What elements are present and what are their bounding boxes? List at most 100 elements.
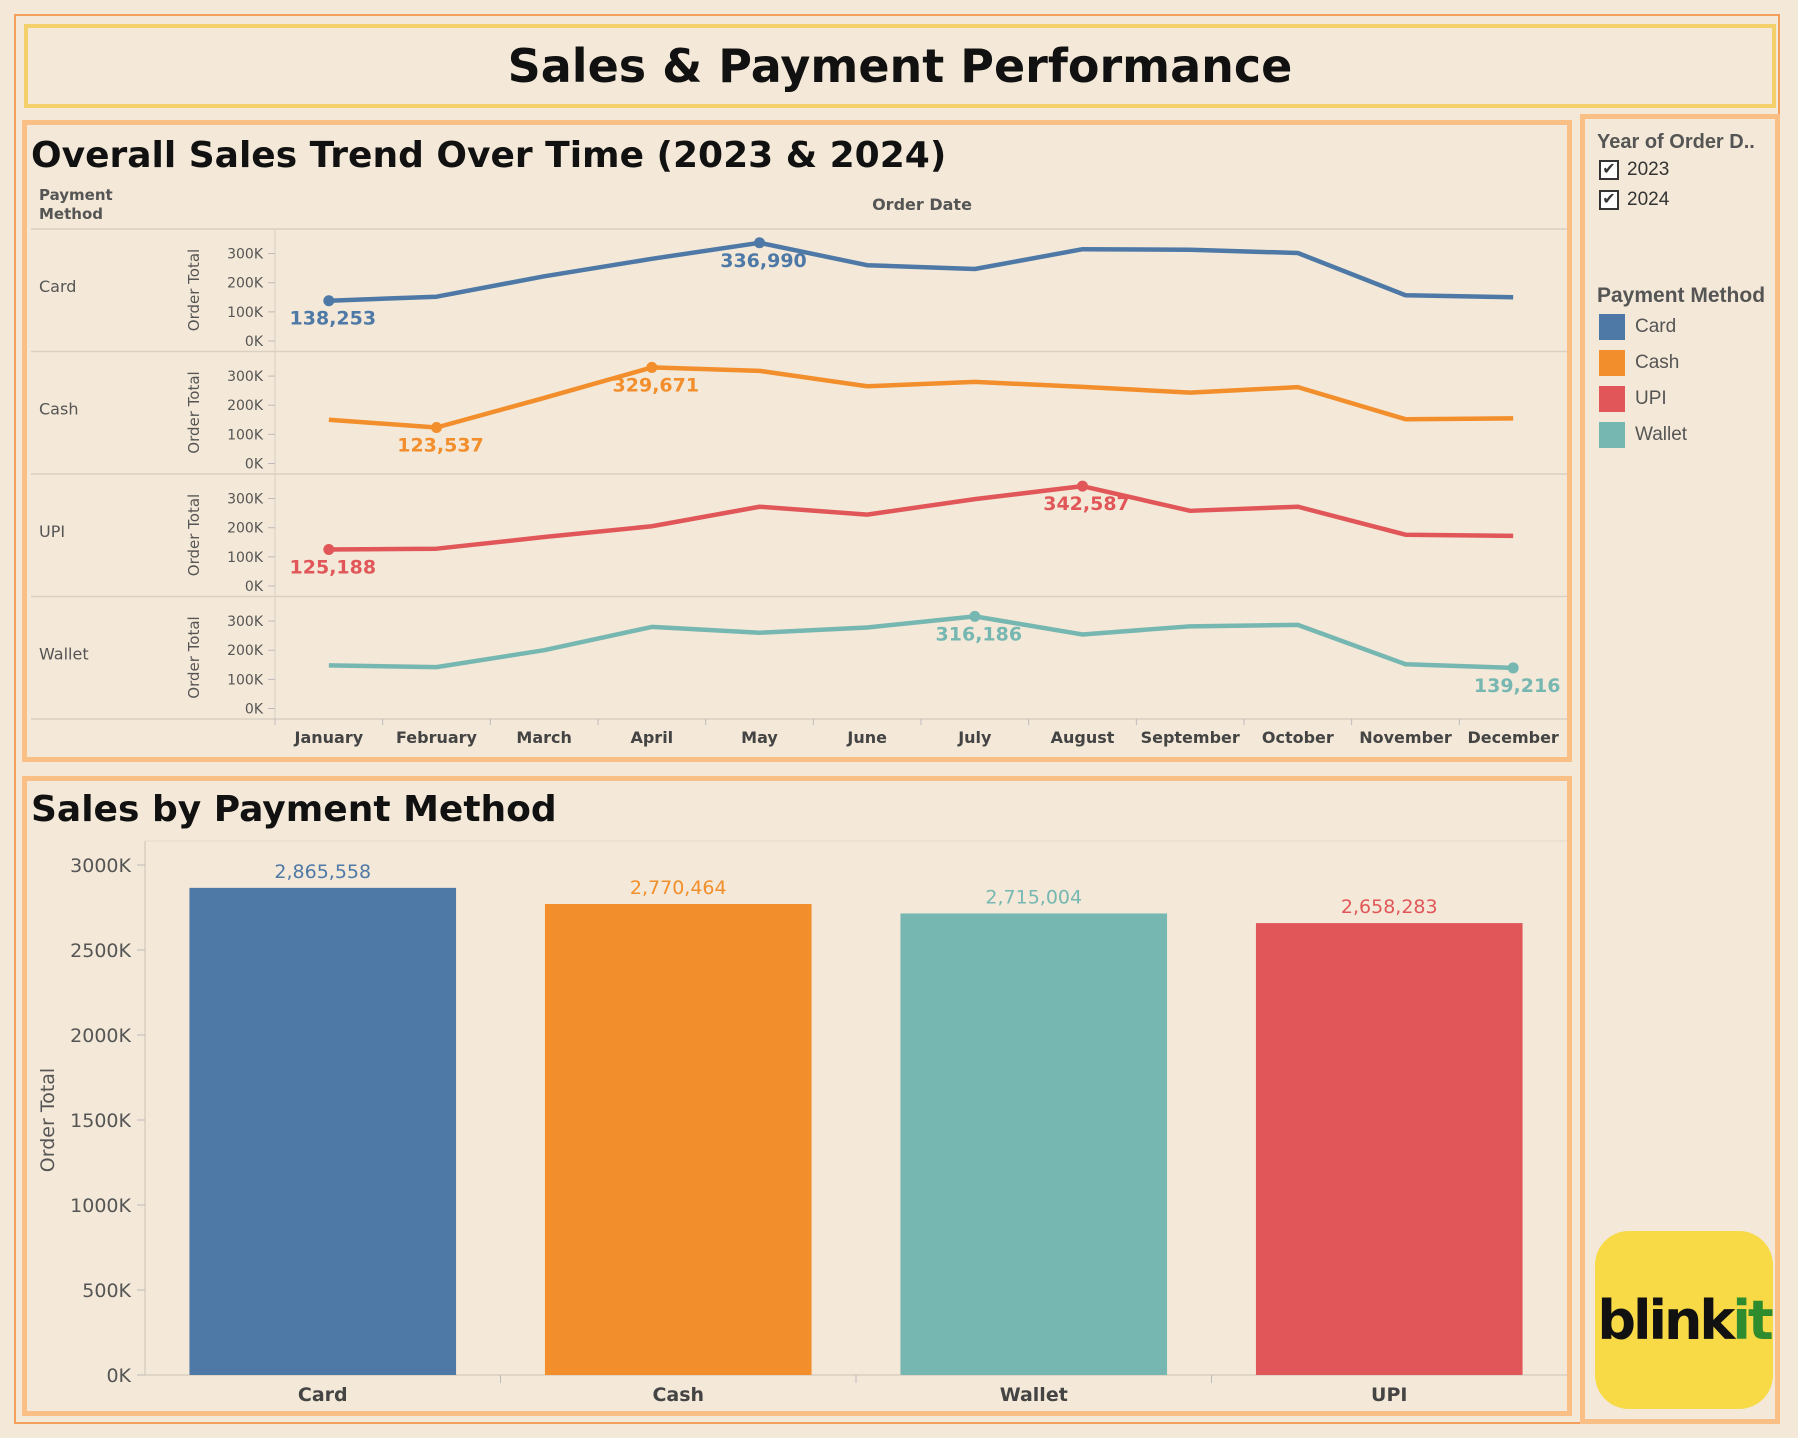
bar-value-label: 2,658,283 — [1341, 896, 1438, 918]
year-filter-option-2023[interactable]: ✔ 2023 — [1599, 159, 1669, 181]
series-line-cash — [328, 365, 1514, 430]
data-point-cash — [431, 421, 442, 433]
x-tick-label: Card — [298, 1384, 348, 1406]
y-tick-label: 3000K — [70, 855, 131, 877]
row-header: Payment — [39, 186, 113, 204]
bar-wallet — [900, 913, 1168, 1375]
y-tick-label: 2000K — [70, 1025, 131, 1047]
x-tick-label: January — [294, 728, 364, 747]
series-line-wallet — [328, 614, 1514, 671]
y-axis-label: Order Total — [185, 249, 203, 331]
x-tick-label: December — [1467, 728, 1558, 747]
x-tick-label: June — [846, 728, 887, 747]
logo-text-green: it — [1732, 1288, 1773, 1352]
y-tick-label: 0K — [245, 702, 264, 718]
bar-cash — [544, 904, 812, 1375]
data-point-wallet — [969, 610, 981, 622]
y-tick-label: 200K — [227, 398, 264, 414]
bar-value-label: 2,715,004 — [985, 886, 1082, 908]
y-tick-label: 200K — [227, 276, 264, 292]
y-tick-label: 300K — [227, 492, 264, 508]
bar-card — [189, 887, 457, 1375]
y-tick-label: 200K — [227, 643, 264, 659]
checkbox-checked-icon[interactable]: ✔ — [1599, 160, 1619, 180]
y-tick-label: 300K — [227, 369, 264, 385]
y-tick-label: 1000K — [70, 1195, 131, 1217]
legend-label: Wallet — [1635, 424, 1688, 445]
x-tick-label: August — [1051, 728, 1115, 747]
y-tick-label: 100K — [227, 427, 264, 443]
bar-chart: 0K 500K 1000K 1500K 2000K 2500K 3000K Order Tot… — [37, 840, 1567, 1406]
data-label: 336,990 — [720, 250, 807, 272]
x-tick-label: Wallet — [1000, 1384, 1068, 1406]
dashboard-title-box: Sales & Payment Performance — [24, 24, 1776, 108]
row-label-card: Card — [39, 277, 76, 296]
y-tick-label: 0K — [245, 457, 264, 473]
blinkit-logo: blink it — [1595, 1231, 1774, 1409]
side-panel: Year of Order D.. ✔ 2023 ✔ 2024 Payment … — [1580, 114, 1780, 1424]
year-filter-title: Year of Order D.. — [1597, 131, 1755, 153]
legend-label: Card — [1635, 316, 1677, 337]
data-label: 139,216 — [1474, 675, 1561, 697]
legend-label: Cash — [1635, 352, 1680, 373]
legend-swatch — [1599, 314, 1625, 340]
y-tick-label: 300K — [227, 614, 264, 630]
legend-swatch — [1599, 422, 1625, 448]
x-tick-label: April — [630, 728, 673, 747]
series-line-card — [328, 240, 1514, 303]
y-axis-label: Order Total — [185, 371, 203, 453]
y-tick-label: 0K — [245, 579, 264, 595]
y-axis-label: Order Total — [185, 616, 203, 698]
y-tick-label: 0K — [106, 1365, 131, 1387]
row-header-line2: Method — [39, 205, 103, 223]
series-line-upi — [328, 483, 1514, 552]
x-tick-label: March — [516, 728, 571, 747]
y-tick-label: 100K — [227, 305, 264, 321]
row-label-upi: UPI — [39, 522, 65, 541]
data-point-upi — [323, 544, 335, 556]
x-tick-label: May — [741, 728, 778, 747]
x-tick-label: November — [1359, 728, 1452, 747]
y-tick-label: 0K — [245, 334, 264, 350]
legend-swatch — [1599, 350, 1625, 376]
trend-panel: Overall Sales Trend Over Time (2023 & 20… — [22, 120, 1572, 762]
trend-chart: Payment Method Order Date Card Order Tota… — [31, 186, 1567, 747]
bar-value-label: 2,865,558 — [274, 861, 371, 883]
legend-label: UPI — [1635, 388, 1667, 409]
data-label: 342,587 — [1043, 493, 1130, 515]
data-point-wallet — [1507, 662, 1519, 674]
data-label: 316,186 — [936, 623, 1023, 645]
data-label: 125,188 — [290, 557, 377, 579]
legend-swatch — [1599, 386, 1625, 412]
column-header: Order Date — [872, 195, 972, 214]
row-label-wallet: Wallet — [39, 645, 89, 664]
data-label: 138,253 — [290, 308, 377, 330]
dashboard-title: Sales & Payment Performance — [507, 39, 1293, 93]
x-tick-label: February — [396, 728, 478, 747]
y-tick-label: 500K — [82, 1280, 131, 1302]
data-point-card — [754, 237, 765, 249]
y-tick-label: 2500K — [70, 940, 131, 962]
y-tick-label: 200K — [227, 521, 264, 537]
x-tick-label: October — [1262, 728, 1334, 747]
year-filter-option-2024[interactable]: ✔ 2024 — [1599, 189, 1669, 211]
row-label-cash: Cash — [39, 400, 78, 419]
bar-upi — [1255, 923, 1523, 1375]
y-tick-label: 100K — [227, 672, 264, 688]
bar-panel: Sales by Payment Method 0K 500K 1000K 1500K… — [22, 776, 1572, 1416]
x-tick-label: Cash — [652, 1384, 704, 1406]
y-axis-label: Order Total — [185, 494, 203, 576]
legend-item-cash[interactable]: Cash — [1599, 350, 1679, 376]
legend-item-wallet[interactable]: Wallet — [1599, 422, 1687, 448]
logo-text-dark: blink — [1597, 1288, 1735, 1352]
year-filter-label: 2023 — [1627, 159, 1670, 180]
legend-item-upi[interactable]: UPI — [1599, 386, 1667, 412]
data-label: 329,671 — [613, 374, 700, 396]
legend-title: Payment Method — [1597, 284, 1766, 307]
data-label: 123,537 — [397, 434, 484, 456]
checkbox-checked-icon[interactable]: ✔ — [1599, 190, 1619, 210]
legend-item-card[interactable]: Card — [1599, 314, 1676, 340]
year-filter-label: 2024 — [1627, 189, 1670, 210]
data-point-card — [323, 295, 335, 307]
x-tick-label: July — [957, 728, 992, 747]
